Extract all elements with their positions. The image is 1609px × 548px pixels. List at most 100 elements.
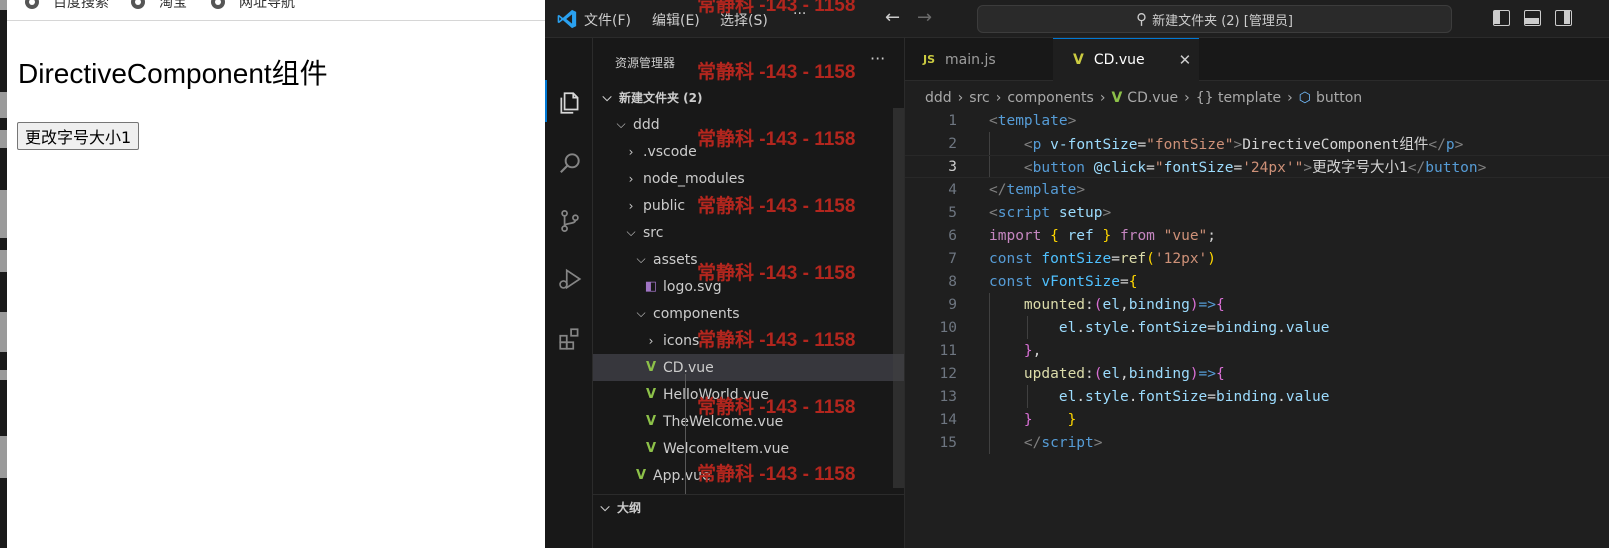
tree-file[interactable]: ◧ logo.svg <box>593 273 904 300</box>
tree-file[interactable]: V App.vue <box>593 462 904 489</box>
line-number: 11 <box>939 342 957 359</box>
tab-cd-vue[interactable]: V CD.vue ✕ <box>1053 38 1199 81</box>
tree-file[interactable]: V WelcomeItem.vue <box>593 435 904 462</box>
menu-more[interactable]: ··· <box>793 6 806 22</box>
code-token: button <box>1032 160 1094 176</box>
code-token: script <box>997 204 1059 221</box>
code-token: fontSize <box>1041 250 1112 267</box>
tree-item-label: CD.vue <box>663 359 714 376</box>
explorer-icon[interactable] <box>557 90 583 116</box>
code-line[interactable]: 12 updated:(el,binding)=>{ <box>905 362 1609 385</box>
outline-section-header[interactable]: ⌵ 大纲 <box>593 494 904 520</box>
active-indicator <box>545 80 547 122</box>
tree-file[interactable]: V CD.vue <box>593 354 904 381</box>
menu-file[interactable]: 文件(F) <box>584 10 631 30</box>
code-text: const fontSize=ref('12px') <box>989 251 1216 267</box>
toggle-secondary-sidebar-icon[interactable] <box>1555 10 1572 26</box>
svg-file-icon: ◧ <box>644 279 658 294</box>
source-control-icon[interactable] <box>557 208 583 234</box>
tree-file[interactable]: V TheWelcome.vue <box>593 408 904 435</box>
bookmark-baidu[interactable]: 百度搜索 <box>25 0 109 11</box>
chevron-right-icon: › <box>648 333 654 348</box>
code-token: : <box>1085 296 1094 313</box>
toggle-panel-icon[interactable] <box>1524 10 1541 26</box>
search-icon[interactable] <box>557 150 583 176</box>
command-center[interactable]: ⚲ 新建文件夹 (2) [管理员] <box>977 5 1452 33</box>
vscode-logo-icon <box>557 9 577 29</box>
code-token: { <box>1128 273 1138 290</box>
code-token: > <box>1102 204 1112 221</box>
code-token: { <box>1216 365 1225 382</box>
chevron-down-icon: ⌵ <box>636 306 646 320</box>
code-line[interactable]: 1 <template> <box>905 109 1609 132</box>
explorer-title: 资源管理器 <box>615 56 676 70</box>
forward-arrow-icon[interactable]: → <box>917 7 932 28</box>
breadcrumb-item[interactable]: src <box>969 90 989 106</box>
code-token: > <box>1093 434 1103 451</box>
code-line[interactable]: 2 <p v-fontSize="fontSize">DirectiveComp… <box>905 132 1609 155</box>
editor-area: JS main.js V CD.vue ✕ ddd › src › compon… <box>905 38 1609 548</box>
breadcrumb-item[interactable]: {} template <box>1196 90 1281 106</box>
cube-icon: ⬡ <box>1298 90 1311 106</box>
tree-item-label: .vscode <box>643 143 697 160</box>
tree-folder[interactable]: › public <box>593 192 904 219</box>
extensions-icon[interactable] <box>557 326 583 352</box>
code-token: ( <box>1093 365 1103 382</box>
code-line[interactable]: 13 el.style.fontSize=binding.value <box>905 385 1609 408</box>
code-line[interactable]: 6 import { ref } from "vue"; <box>905 224 1609 247</box>
vue-file-icon: V <box>645 414 657 429</box>
tree-folder[interactable]: ⌵ src <box>593 219 904 246</box>
code-token: v-fontSize <box>1050 137 1138 153</box>
tree-file[interactable]: V HelloWorld.vue <box>593 381 904 408</box>
back-arrow-icon[interactable]: ← <box>885 7 900 28</box>
code-token: const <box>989 250 1042 267</box>
breadcrumb-item[interactable]: ddd <box>925 90 952 106</box>
change-font-size-button[interactable]: 更改字号大小1 <box>17 122 140 150</box>
line-number: 14 <box>939 411 957 428</box>
chevron-right-icon: › <box>628 144 634 159</box>
chevron-down-icon: ⌵ <box>636 252 646 266</box>
tree-folder[interactable]: ⌵ ddd <box>593 111 904 138</box>
breadcrumb-item[interactable]: button <box>1316 90 1362 106</box>
code-line[interactable]: 11 }, <box>905 339 1609 362</box>
code-token: binding <box>1216 388 1278 405</box>
explorer-more-actions[interactable]: ··· <box>870 49 885 68</box>
code-line[interactable]: 14 } } <box>905 408 1609 431</box>
bookmark-nav[interactable]: 网址导航 <box>211 0 295 11</box>
code-line[interactable]: 7 const fontSize=ref('12px') <box>905 247 1609 270</box>
tree-folder[interactable]: › node_modules <box>593 165 904 192</box>
tab-main-js[interactable]: JS main.js <box>905 38 1053 81</box>
code-text: import { ref } from "vue"; <box>989 228 1216 244</box>
menu-edit[interactable]: 编辑(E) <box>652 10 700 30</box>
close-icon[interactable]: ✕ <box>1179 51 1192 69</box>
bookmark-taobao[interactable]: 淘宝 <box>131 0 187 11</box>
code-text: <script setup> <box>989 205 1111 221</box>
explorer-root-folder[interactable]: ⌵ 新建文件夹 (2) <box>593 84 904 111</box>
code-line[interactable]: 15 </script> <box>905 431 1609 454</box>
code-token: > <box>1303 160 1313 176</box>
line-number: 5 <box>948 204 957 221</box>
code-line[interactable]: 8 const vFontSize={ <box>905 270 1609 293</box>
breadcrumb-item[interactable]: CD.vue <box>1127 90 1178 106</box>
code-line[interactable]: 10 el.style.fontSize=binding.value <box>905 316 1609 339</box>
code-line[interactable]: 9 mounted:(el,binding)=>{ <box>905 293 1609 316</box>
tree-folder[interactable]: ⌵ components <box>593 300 904 327</box>
code-line[interactable]: 3 <button @click="fontSize='24px'">更改字号大… <box>905 155 1609 178</box>
code-line[interactable]: 4 </template> <box>905 178 1609 201</box>
toggle-sidebar-icon[interactable] <box>1493 10 1510 26</box>
run-debug-icon[interactable] <box>557 266 583 292</box>
tree-folder[interactable]: › .vscode <box>593 138 904 165</box>
code-token: style <box>1085 388 1129 405</box>
sidebar-scrollbar[interactable] <box>893 108 904 488</box>
breadcrumb: ddd › src › components › V CD.vue › {} t… <box>925 88 1362 108</box>
code-token: } <box>1067 411 1077 428</box>
tree-folder[interactable]: › icons <box>593 327 904 354</box>
code-line[interactable]: 5 <script setup> <box>905 201 1609 224</box>
menu-selection[interactable]: 选择(S) <box>720 10 768 30</box>
tree-folder[interactable]: ⌵ assets <box>593 246 904 273</box>
code-text: <p v-fontSize="fontSize">DirectiveCompon… <box>989 133 1463 154</box>
breadcrumb-item[interactable]: components <box>1007 90 1094 106</box>
